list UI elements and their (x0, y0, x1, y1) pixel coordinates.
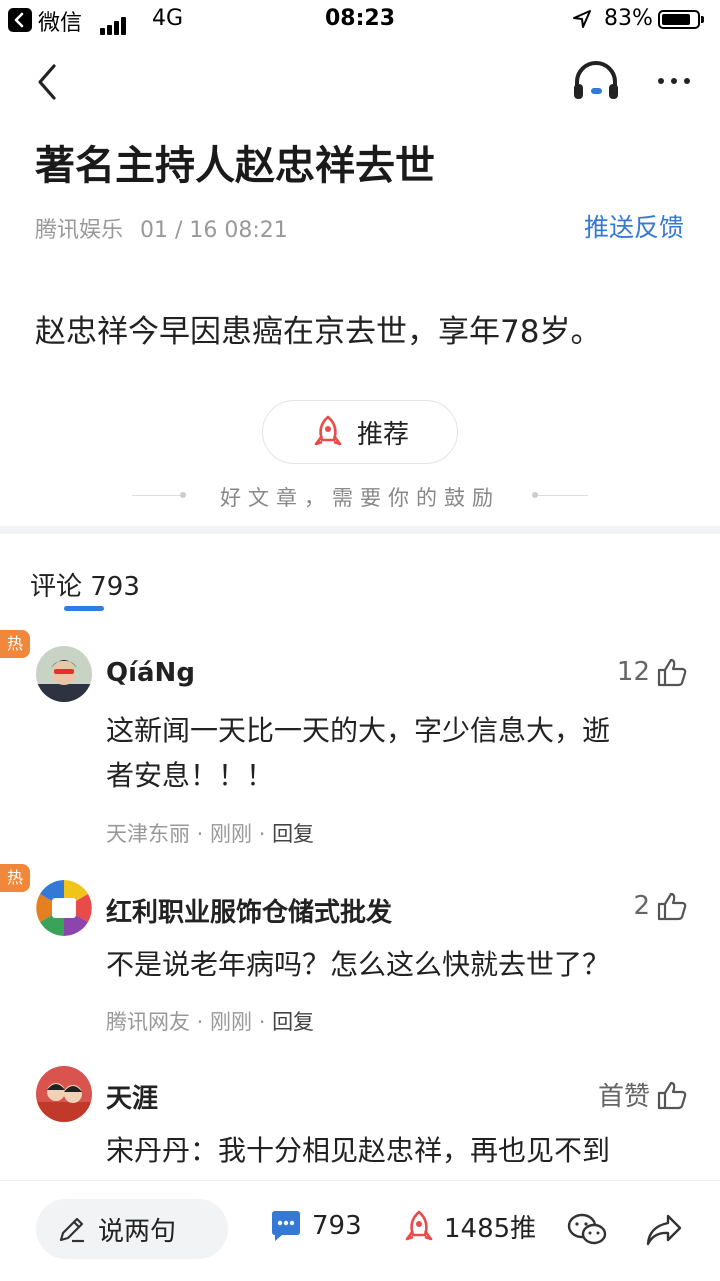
hot-badge: 热 (0, 864, 30, 892)
battery-icon (658, 10, 704, 29)
feedback-link[interactable]: 推送反馈 (584, 208, 684, 244)
article-title: 著名主持人赵忠祥去世 (35, 143, 435, 189)
say-label: 说两句 (98, 1216, 177, 1247)
like-count: 2 (633, 891, 650, 921)
reply-button[interactable]: 回复 (272, 1010, 314, 1034)
like-button[interactable]: 2 (633, 890, 688, 922)
pencil-icon (59, 1217, 84, 1243)
comment-bubble-icon (272, 1211, 300, 1241)
article-source[interactable]: 腾讯娱乐 (35, 218, 123, 243)
comment-count: 793 (312, 1211, 362, 1241)
like-button[interactable]: 12 (617, 656, 688, 688)
article-date: 01 / 16 08:21 (140, 218, 288, 243)
comment-username[interactable]: QíáNg (106, 658, 195, 688)
rocket-icon (314, 415, 342, 446)
comment-username[interactable]: 红利职业服饰仓储式批发 (106, 892, 392, 929)
more-icon[interactable] (656, 76, 692, 86)
hot-badge: 热 (0, 630, 30, 658)
comment-text: 不是说老年病吗？怎么这么快就去世了？ (106, 942, 676, 987)
status-bar: 微信 4G 08:23 83% (0, 0, 720, 40)
like-count: 12 (616, 657, 650, 687)
comment-text: 宋丹丹：我十分相见赵忠祥，再也见不到 (106, 1128, 676, 1173)
wechat-share-icon[interactable] (566, 1211, 608, 1249)
divider-line (538, 495, 588, 496)
like-button[interactable]: 首赞 (598, 1076, 688, 1113)
like-count: 首赞 (597, 1082, 650, 1112)
comments-button[interactable]: 793 (268, 1208, 362, 1244)
section-divider (0, 526, 720, 534)
comment-time: 刚刚 (210, 822, 253, 846)
comment-location: 腾讯网友 (106, 1010, 190, 1034)
thumbs-up-icon (657, 892, 687, 921)
avatar[interactable] (36, 1066, 92, 1122)
comment-text-line: 宋丹丹：我十分相见赵忠祥，再也见不到 (106, 1134, 611, 1167)
rocket-icon (405, 1210, 433, 1240)
article-meta: 腾讯娱乐 01 / 16 08:21 (35, 212, 288, 244)
comment-text-line: 不是说老年病吗？怎么这么快就去世了？ (106, 948, 611, 981)
comment-text-line: 者安息！！！ (106, 759, 275, 792)
article-body: 赵忠祥今早因患癌在京去世，享年78岁。 (35, 314, 602, 350)
comment-input-button[interactable]: 说两句 (36, 1199, 228, 1259)
reply-button[interactable]: 回复 (272, 822, 314, 846)
recommend-count-button[interactable]: 1485推 (402, 1208, 536, 1245)
recommend-label: 推荐 (356, 419, 409, 450)
encourage-text: 好文章，需要你的鼓励 (220, 486, 500, 510)
battery-percent: 83% (604, 6, 653, 31)
back-arrow-icon[interactable] (34, 62, 62, 102)
avatar[interactable] (36, 880, 92, 936)
thumbs-up-icon (657, 658, 687, 687)
avatar[interactable] (36, 646, 92, 702)
share-arrow-icon[interactable] (644, 1211, 684, 1249)
recommend-button[interactable]: 推荐 (262, 400, 458, 464)
comment-time: 刚刚 (210, 1010, 253, 1034)
headphones-icon[interactable] (572, 60, 620, 102)
tab-comments[interactable]: 评论 793 (30, 566, 140, 603)
comment-username[interactable]: 天涯 (106, 1078, 158, 1115)
comment-text: 这新闻一天比一天的大，字少信息大，逝 者安息！！！ (106, 708, 676, 798)
thumbs-up-icon (657, 1081, 687, 1109)
tab-indicator (64, 606, 104, 611)
comment-text-line: 这新闻一天比一天的大，字少信息大，逝 (106, 714, 611, 747)
comment-location: 天津东丽 (106, 822, 190, 846)
location-arrow-icon (573, 10, 591, 28)
recommend-count: 1485推 (444, 1214, 537, 1244)
comment-meta: 腾讯网友 · 刚刚 · 回复 (106, 1010, 315, 1034)
comment-meta: 天津东丽 · 刚刚 · 回复 (106, 822, 315, 846)
